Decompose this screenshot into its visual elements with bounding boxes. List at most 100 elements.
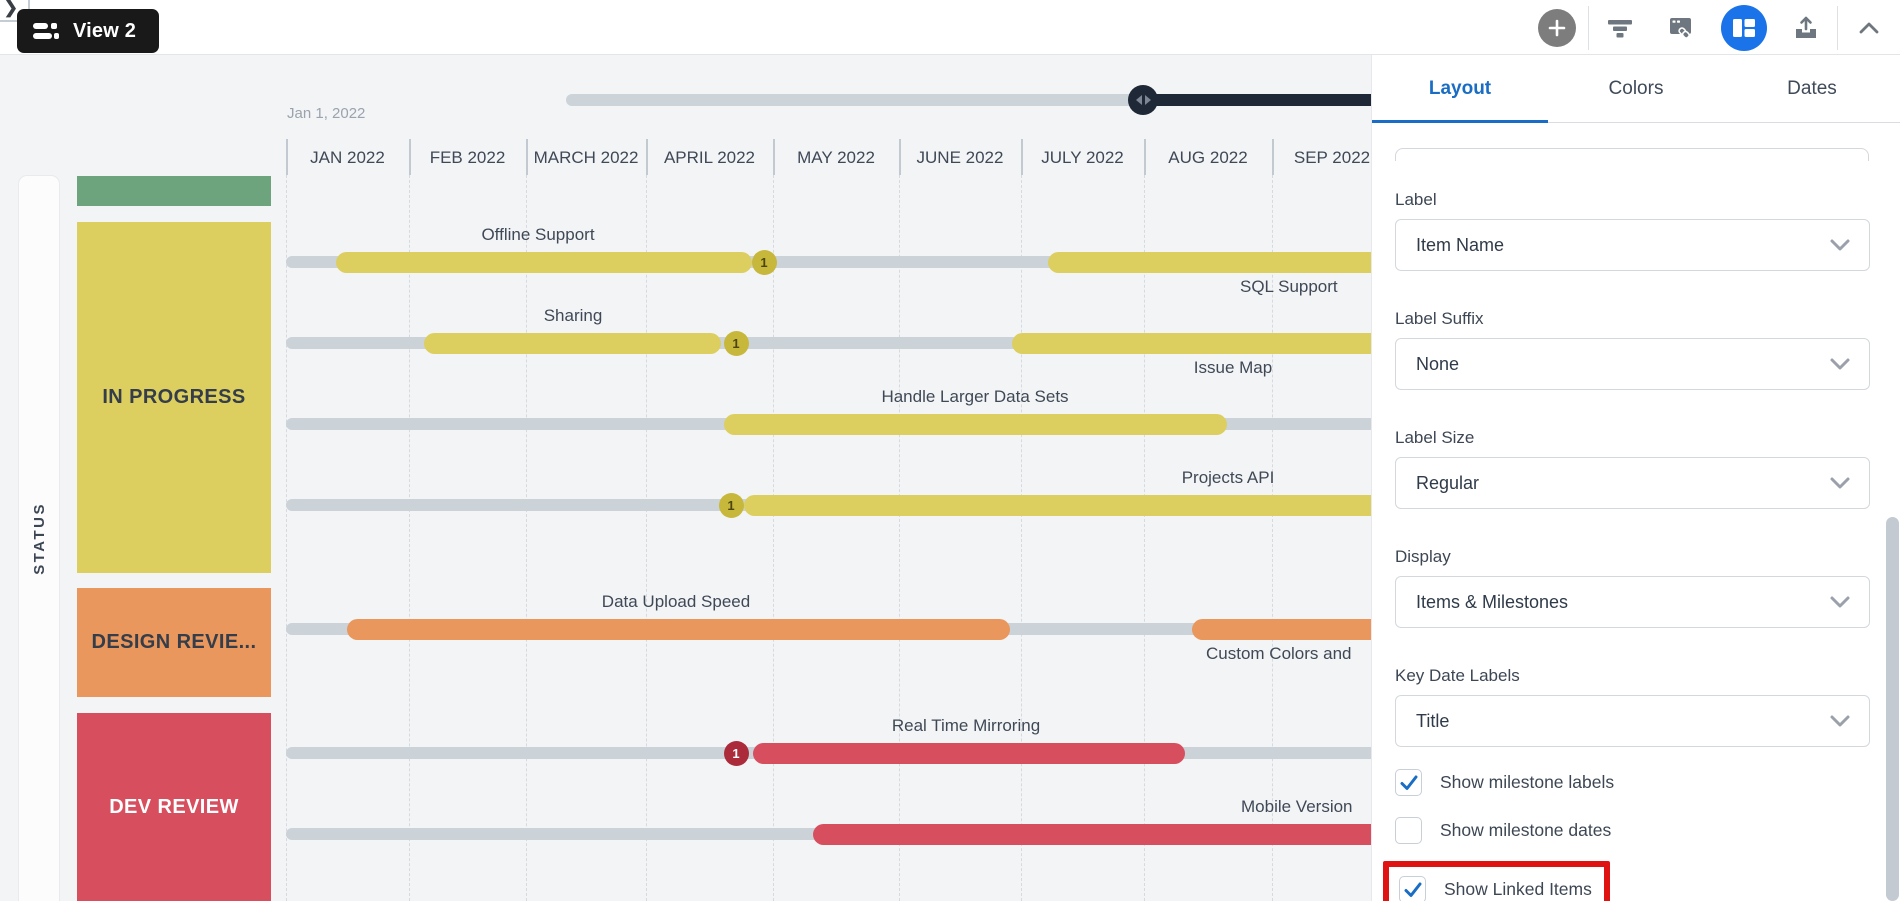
gantt-bar-label: Handle Larger Data Sets	[881, 387, 1068, 407]
checkbox-checked[interactable]	[1399, 876, 1426, 901]
field-label: Label Suffix	[1395, 309, 1870, 329]
gantt-bar[interactable]	[753, 743, 1185, 764]
gantt-bar-label: Sharing	[544, 306, 603, 326]
layout-icon	[1721, 5, 1767, 51]
month-label: SEP 2022	[1272, 140, 1371, 175]
slider-right-arrow-icon	[1145, 95, 1151, 105]
plus-icon	[1538, 9, 1576, 47]
month-label: MARCH 2022	[526, 140, 646, 175]
month-gridline	[409, 175, 410, 901]
chevron-up-icon	[1857, 20, 1881, 36]
timeline-zoom-slider-range	[1143, 94, 1371, 106]
panel-scrollbar[interactable]	[1886, 517, 1899, 901]
status-label: IN PROGRESS	[102, 386, 245, 409]
filter-button[interactable]	[1589, 0, 1651, 55]
month-tick	[286, 139, 288, 175]
checkbox-checked[interactable]	[1395, 769, 1422, 796]
dropdown-value: Regular	[1416, 473, 1829, 494]
dropdown-value: Item Name	[1416, 235, 1829, 256]
checkbox-label: Show Linked Items	[1444, 879, 1592, 900]
status-block: DESIGN REVIE...	[77, 588, 271, 697]
tab-dates[interactable]: Dates	[1724, 55, 1900, 122]
checkbox-row: Show Linked Items	[1399, 876, 1592, 901]
month-tick	[773, 139, 775, 175]
export-button[interactable]	[1775, 0, 1837, 55]
chevron-right-icon: ❯	[4, 0, 18, 18]
tab-layout[interactable]: Layout	[1372, 55, 1548, 122]
status-axis: STATUS	[18, 175, 60, 901]
status-axis-title: STATUS	[31, 502, 48, 575]
month-gridline	[286, 175, 287, 901]
filter-icon	[1606, 18, 1634, 38]
gantt-bar[interactable]	[424, 333, 721, 354]
dropdown-label-suffix[interactable]: None	[1395, 338, 1870, 390]
view-selector-button[interactable]: View 2	[17, 9, 159, 53]
checkbox-unchecked[interactable]	[1395, 817, 1422, 844]
month-tick	[1144, 139, 1146, 175]
month-gridline	[773, 175, 774, 901]
chevron-down-icon	[1829, 238, 1851, 252]
status-block: IN PROGRESS	[77, 222, 271, 573]
collapse-toolbar-button[interactable]	[1838, 0, 1900, 55]
dropdown-value: Items & Milestones	[1416, 592, 1829, 613]
gantt-bar-label: Mobile Version	[1241, 797, 1353, 817]
checkbox-label: Show milestone dates	[1440, 820, 1611, 841]
gantt-bar[interactable]	[347, 619, 1010, 640]
gantt-bar[interactable]	[1048, 252, 1371, 273]
chevron-down-icon	[1829, 476, 1851, 490]
month-gridline	[899, 175, 900, 901]
tab-colors[interactable]: Colors	[1548, 55, 1724, 122]
milestone-badge[interactable]: 1	[724, 331, 749, 356]
milestone-badge[interactable]: 1	[752, 250, 777, 275]
month-label: APRIL 2022	[646, 140, 773, 175]
gantt-bar-label: Offline Support	[481, 225, 594, 245]
milestone-badge[interactable]: 1	[724, 741, 749, 766]
top-toolbar: ❯ View 2	[0, 0, 1900, 55]
dropdown-display[interactable]: Items & Milestones	[1395, 576, 1870, 628]
status-label: DEV REVIEW	[109, 796, 239, 819]
month-tick	[1272, 139, 1274, 175]
dropdown-value: None	[1416, 354, 1829, 375]
month-tick	[409, 139, 411, 175]
roadmap-app: ❯ View 2	[0, 0, 1900, 901]
layout-panel-button[interactable]	[1713, 0, 1775, 55]
gantt-bar-label: Real Time Mirroring	[892, 716, 1040, 736]
gantt-bar[interactable]	[744, 495, 1371, 516]
gantt-bar[interactable]	[1192, 619, 1371, 640]
month-tick	[526, 139, 528, 175]
add-item-button[interactable]	[1526, 0, 1588, 55]
chevron-down-icon	[1829, 595, 1851, 609]
field-label: Label	[1395, 190, 1870, 210]
dropdown-key-date-labels[interactable]: Title	[1395, 695, 1870, 747]
gantt-bar-label: Data Upload Speed	[602, 592, 750, 612]
milestone-badge[interactable]: 1	[719, 493, 744, 518]
month-gridline	[1144, 175, 1145, 901]
chevron-down-icon	[1829, 357, 1851, 371]
gantt-bar[interactable]	[724, 414, 1227, 435]
gantt-bar[interactable]	[1012, 333, 1371, 354]
view-options-icon	[33, 20, 59, 42]
highlight-annotation: Show Linked Items	[1383, 861, 1610, 901]
field-label: Label Size	[1395, 428, 1870, 448]
month-gridline	[526, 175, 527, 901]
timeline-zoom-slider-handle[interactable]	[1128, 85, 1158, 115]
settings-panel: Layout Colors Dates Label Item Name Label …	[1371, 55, 1900, 901]
gantt-bar[interactable]	[813, 824, 1371, 845]
month-tick	[1021, 139, 1023, 175]
gantt-bar-label: Projects API	[1182, 468, 1275, 488]
slider-left-arrow-icon	[1136, 95, 1142, 105]
timeline-start-date: Jan 1, 2022	[287, 105, 365, 122]
checkbox-row: Show milestone dates	[1395, 817, 1870, 844]
share-link-button[interactable]	[1651, 0, 1713, 55]
view-name: View 2	[73, 20, 136, 43]
month-label: FEB 2022	[409, 140, 526, 175]
timeline-canvas: Jan 1, 2022 JAN 2022FEB 2022MARCH 2022AP…	[0, 55, 1371, 901]
field-label: Display	[1395, 547, 1870, 567]
dropdown-label[interactable]: Item Name	[1395, 219, 1870, 271]
toolbar-actions	[1526, 0, 1900, 55]
checkbox-label: Show milestone labels	[1440, 772, 1614, 793]
month-label: JULY 2022	[1021, 140, 1144, 175]
dropdown-label-size[interactable]: Regular	[1395, 457, 1870, 509]
month-tick	[646, 139, 648, 175]
gantt-bar[interactable]	[336, 252, 752, 273]
